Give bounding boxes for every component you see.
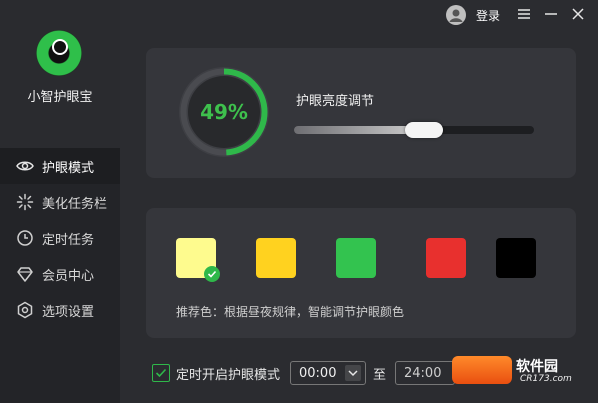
- close-icon[interactable]: [570, 6, 586, 22]
- chevron-down-icon: [345, 365, 361, 381]
- diamond-icon: [16, 265, 34, 283]
- color-swatch-yellow[interactable]: [256, 238, 296, 278]
- to-label: 至: [373, 368, 387, 383]
- eye-icon: [16, 157, 34, 175]
- end-time-select[interactable]: 24:00: [395, 361, 455, 385]
- settings-icon: [16, 301, 34, 319]
- menu-icon[interactable]: [516, 6, 532, 22]
- sidebar-item-eye-mode[interactable]: 护眼模式: [0, 148, 120, 184]
- brightness-card: 49% 护眼亮度调节: [146, 48, 576, 178]
- sidebar-item-settings[interactable]: 选项设置: [0, 292, 120, 328]
- sidebar-item-label: 选项设置: [42, 304, 95, 320]
- color-swatch-light-yellow[interactable]: [176, 238, 220, 282]
- sidebar-item-taskbar[interactable]: 美化任务栏: [0, 184, 120, 220]
- check-icon: [155, 368, 167, 378]
- sidebar: 小智护眼宝 护眼模式 美化任务栏 定时任务 会员中心 选项设置: [0, 0, 120, 403]
- sidebar-item-label: 护眼模式: [42, 160, 95, 176]
- start-time-value: 00:00: [299, 365, 337, 381]
- login-link[interactable]: 登录: [476, 7, 500, 24]
- sidebar-item-membership[interactable]: 会员中心: [0, 256, 120, 292]
- color-hint: 推荐色：根据昼夜规律，智能调节护眼颜色: [176, 305, 405, 319]
- sidebar-item-label: 定时任务: [42, 232, 95, 248]
- color-card: 推荐色：根据昼夜规律，智能调节护眼颜色: [146, 208, 576, 338]
- sidebar-item-label: 美化任务栏: [42, 196, 108, 212]
- logo-area: 小智护眼宝: [0, 0, 120, 148]
- check-icon: [204, 266, 220, 282]
- color-swatch-red[interactable]: [426, 238, 466, 278]
- app-logo: [36, 30, 82, 76]
- color-swatch-green[interactable]: [336, 238, 376, 278]
- schedule-checkbox[interactable]: [152, 364, 170, 382]
- schedule-label: 定时开启护眼模式: [176, 367, 281, 383]
- minimize-icon[interactable]: [543, 6, 559, 22]
- brightness-percent: 49%: [200, 100, 248, 124]
- sidebar-item-label: 会员中心: [42, 268, 95, 284]
- sidebar-item-schedule[interactable]: 定时任务: [0, 220, 120, 256]
- end-time-value: 24:00: [404, 365, 442, 381]
- watermark-text: 软件园: [516, 359, 558, 375]
- clock-icon: [16, 229, 34, 247]
- watermark-logo: [452, 356, 512, 384]
- sparkle-icon: [16, 193, 34, 211]
- watermark-sub: CR173.com: [520, 374, 572, 384]
- schedule-row: 定时开启护眼模式: [152, 362, 280, 384]
- color-swatch-black[interactable]: [496, 238, 536, 278]
- app-name: 小智护眼宝: [27, 90, 93, 105]
- brightness-slider-thumb[interactable]: [404, 122, 443, 138]
- brightness-slider[interactable]: [294, 122, 534, 138]
- brightness-title: 护眼亮度调节: [296, 94, 375, 109]
- user-avatar-icon[interactable]: [446, 5, 466, 25]
- start-time-select[interactable]: 00:00: [290, 361, 366, 385]
